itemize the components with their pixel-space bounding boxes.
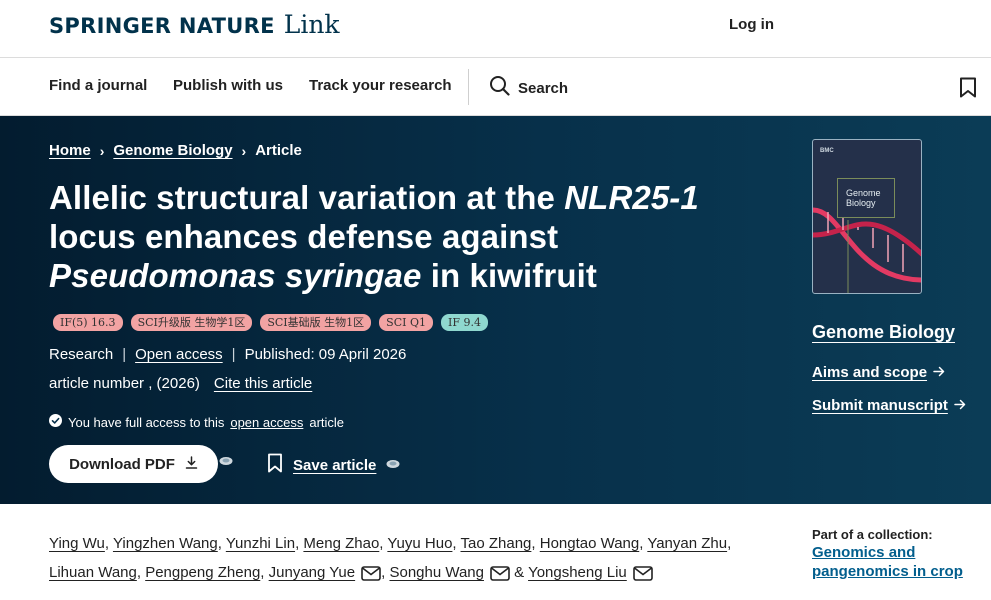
breadcrumb-journal[interactable]: Genome Biology (113, 142, 232, 159)
download-pdf-label: Download PDF (69, 455, 175, 473)
nav-find-journal[interactable]: Find a journal (49, 77, 147, 94)
author-link[interactable]: Yuyu Huo (387, 535, 452, 552)
download-pdf-button[interactable]: Download PDF (49, 445, 218, 483)
author-link[interactable]: Lihuan Wang (49, 564, 137, 581)
article-hero: Home › Genome Biology › Article Allelic … (0, 116, 991, 504)
author-link[interactable]: Tao Zhang (461, 535, 532, 552)
author-link[interactable]: Hongtao Wang (540, 535, 640, 552)
chevron-right-icon: › (99, 142, 105, 159)
access-note: You have full access to this open access… (49, 414, 344, 430)
browser-extension-icon[interactable] (386, 456, 400, 474)
main-nav: Find a journal Publish with us Track you… (0, 58, 991, 116)
submit-manuscript-label: Submit manuscript (812, 397, 948, 414)
check-circle-icon (49, 414, 62, 430)
site-header: SPRINGER NATURE Link Log in (0, 0, 991, 58)
chevron-right-icon: › (241, 142, 247, 159)
access-note-suffix: article (309, 414, 345, 430)
title-text-1: Allelic structural variation at the (49, 179, 565, 216)
cite-article-link[interactable]: Cite this article (214, 375, 312, 392)
published-date: Published: 09 April 2026 (244, 346, 407, 363)
badge-if: IF 9.4 (440, 314, 488, 331)
nav-divider (468, 69, 469, 105)
breadcrumb: Home › Genome Biology › Article (49, 142, 302, 159)
aims-scope-link[interactable]: Aims and scope (812, 364, 945, 381)
email-icon[interactable] (361, 562, 381, 591)
download-icon (185, 455, 198, 473)
arrow-right-icon (933, 364, 945, 381)
email-icon[interactable] (490, 562, 510, 591)
springer-nature-link-logo[interactable]: SPRINGER NATURE Link (49, 10, 340, 39)
author-list: Ying Wu, Yingzhen Wang, Yunzhi Lin, Meng… (49, 529, 749, 591)
meta-divider: | (122, 346, 127, 363)
bookmark-icon (267, 453, 283, 477)
meta-divider: | (231, 346, 236, 363)
cover-title: Genome Biology (846, 188, 881, 208)
author-link[interactable]: Meng Zhao (303, 535, 379, 552)
author-link[interactable]: Yunzhi Lin (226, 535, 295, 552)
saved-bookmark-icon[interactable] (959, 77, 977, 103)
author-link[interactable]: Yingzhen Wang (113, 535, 218, 552)
title-text-3: in kiwifruit (421, 257, 597, 294)
aims-scope-label: Aims and scope (812, 364, 928, 381)
author-link[interactable]: Ying Wu (49, 535, 105, 552)
author-link[interactable]: Junyang Yue (269, 564, 355, 581)
email-icon[interactable] (632, 562, 653, 591)
save-article-button[interactable]: Save article (267, 453, 376, 477)
badge-if5: IF(5) 16.3 (53, 314, 123, 331)
metric-badges: IF(5) 16.3 SCI升级版 生物学1区 SCI基础版 生物1区 SCI … (53, 314, 488, 331)
title-italic-gene: NLR25-1 (564, 179, 699, 216)
breadcrumb-home[interactable]: Home (49, 142, 91, 159)
article-title: Allelic structural variation at the NLR2… (49, 178, 749, 295)
open-access-link[interactable]: Open access (135, 346, 223, 363)
author-link[interactable]: Yongsheng Liu (528, 564, 627, 581)
article-number: article number , (2026) (49, 375, 200, 392)
search-button[interactable]: Search (489, 75, 568, 101)
author-link[interactable]: Pengpeng Zheng (145, 564, 260, 581)
badge-sci-basic: SCI基础版 生物1区 (260, 314, 372, 331)
title-text-2: locus enhances defense against (49, 218, 559, 255)
nav-publish-with-us[interactable]: Publish with us (173, 77, 283, 94)
save-article-label: Save article (293, 456, 377, 474)
author-link[interactable]: Songhu Wang (389, 564, 484, 581)
access-note-link[interactable]: open access (230, 415, 303, 430)
title-italic-species: Pseudomonas syringae (49, 257, 422, 294)
login-link[interactable]: Log in (729, 16, 774, 33)
breadcrumb-current: Article (255, 142, 302, 159)
collection-link[interactable]: Genomics and pangenomics in crop domesti… (812, 543, 991, 583)
logo-product-text: Link (283, 10, 340, 39)
nav-track-research[interactable]: Track your research (309, 77, 452, 94)
article-type: Research (49, 346, 114, 363)
cover-title-line2: Biology (846, 198, 876, 208)
journal-cover[interactable]: BMC Genome Biology (812, 139, 922, 294)
submit-manuscript-link[interactable]: Submit manuscript (812, 397, 966, 414)
logo-brand-text: SPRINGER NATURE (49, 14, 275, 38)
journal-name-link[interactable]: Genome Biology (812, 322, 955, 343)
article-number-row: article number , (2026) Cite this articl… (49, 375, 312, 392)
cover-title-line1: Genome (846, 188, 881, 198)
article-meta: Research | Open access | Published: 09 A… (49, 346, 406, 363)
search-icon (489, 75, 510, 101)
access-note-text: You have full access to this (68, 414, 225, 430)
browser-extension-icon[interactable] (219, 453, 233, 471)
arrow-right-icon (954, 397, 966, 414)
badge-sci-q1: SCI Q1 (379, 314, 433, 331)
collection-label: Part of a collection: (812, 527, 933, 542)
search-label: Search (518, 79, 569, 97)
author-link[interactable]: Yanyan Zhu (647, 535, 727, 552)
badge-sci-upgrade: SCI升级版 生物学1区 (130, 314, 253, 331)
